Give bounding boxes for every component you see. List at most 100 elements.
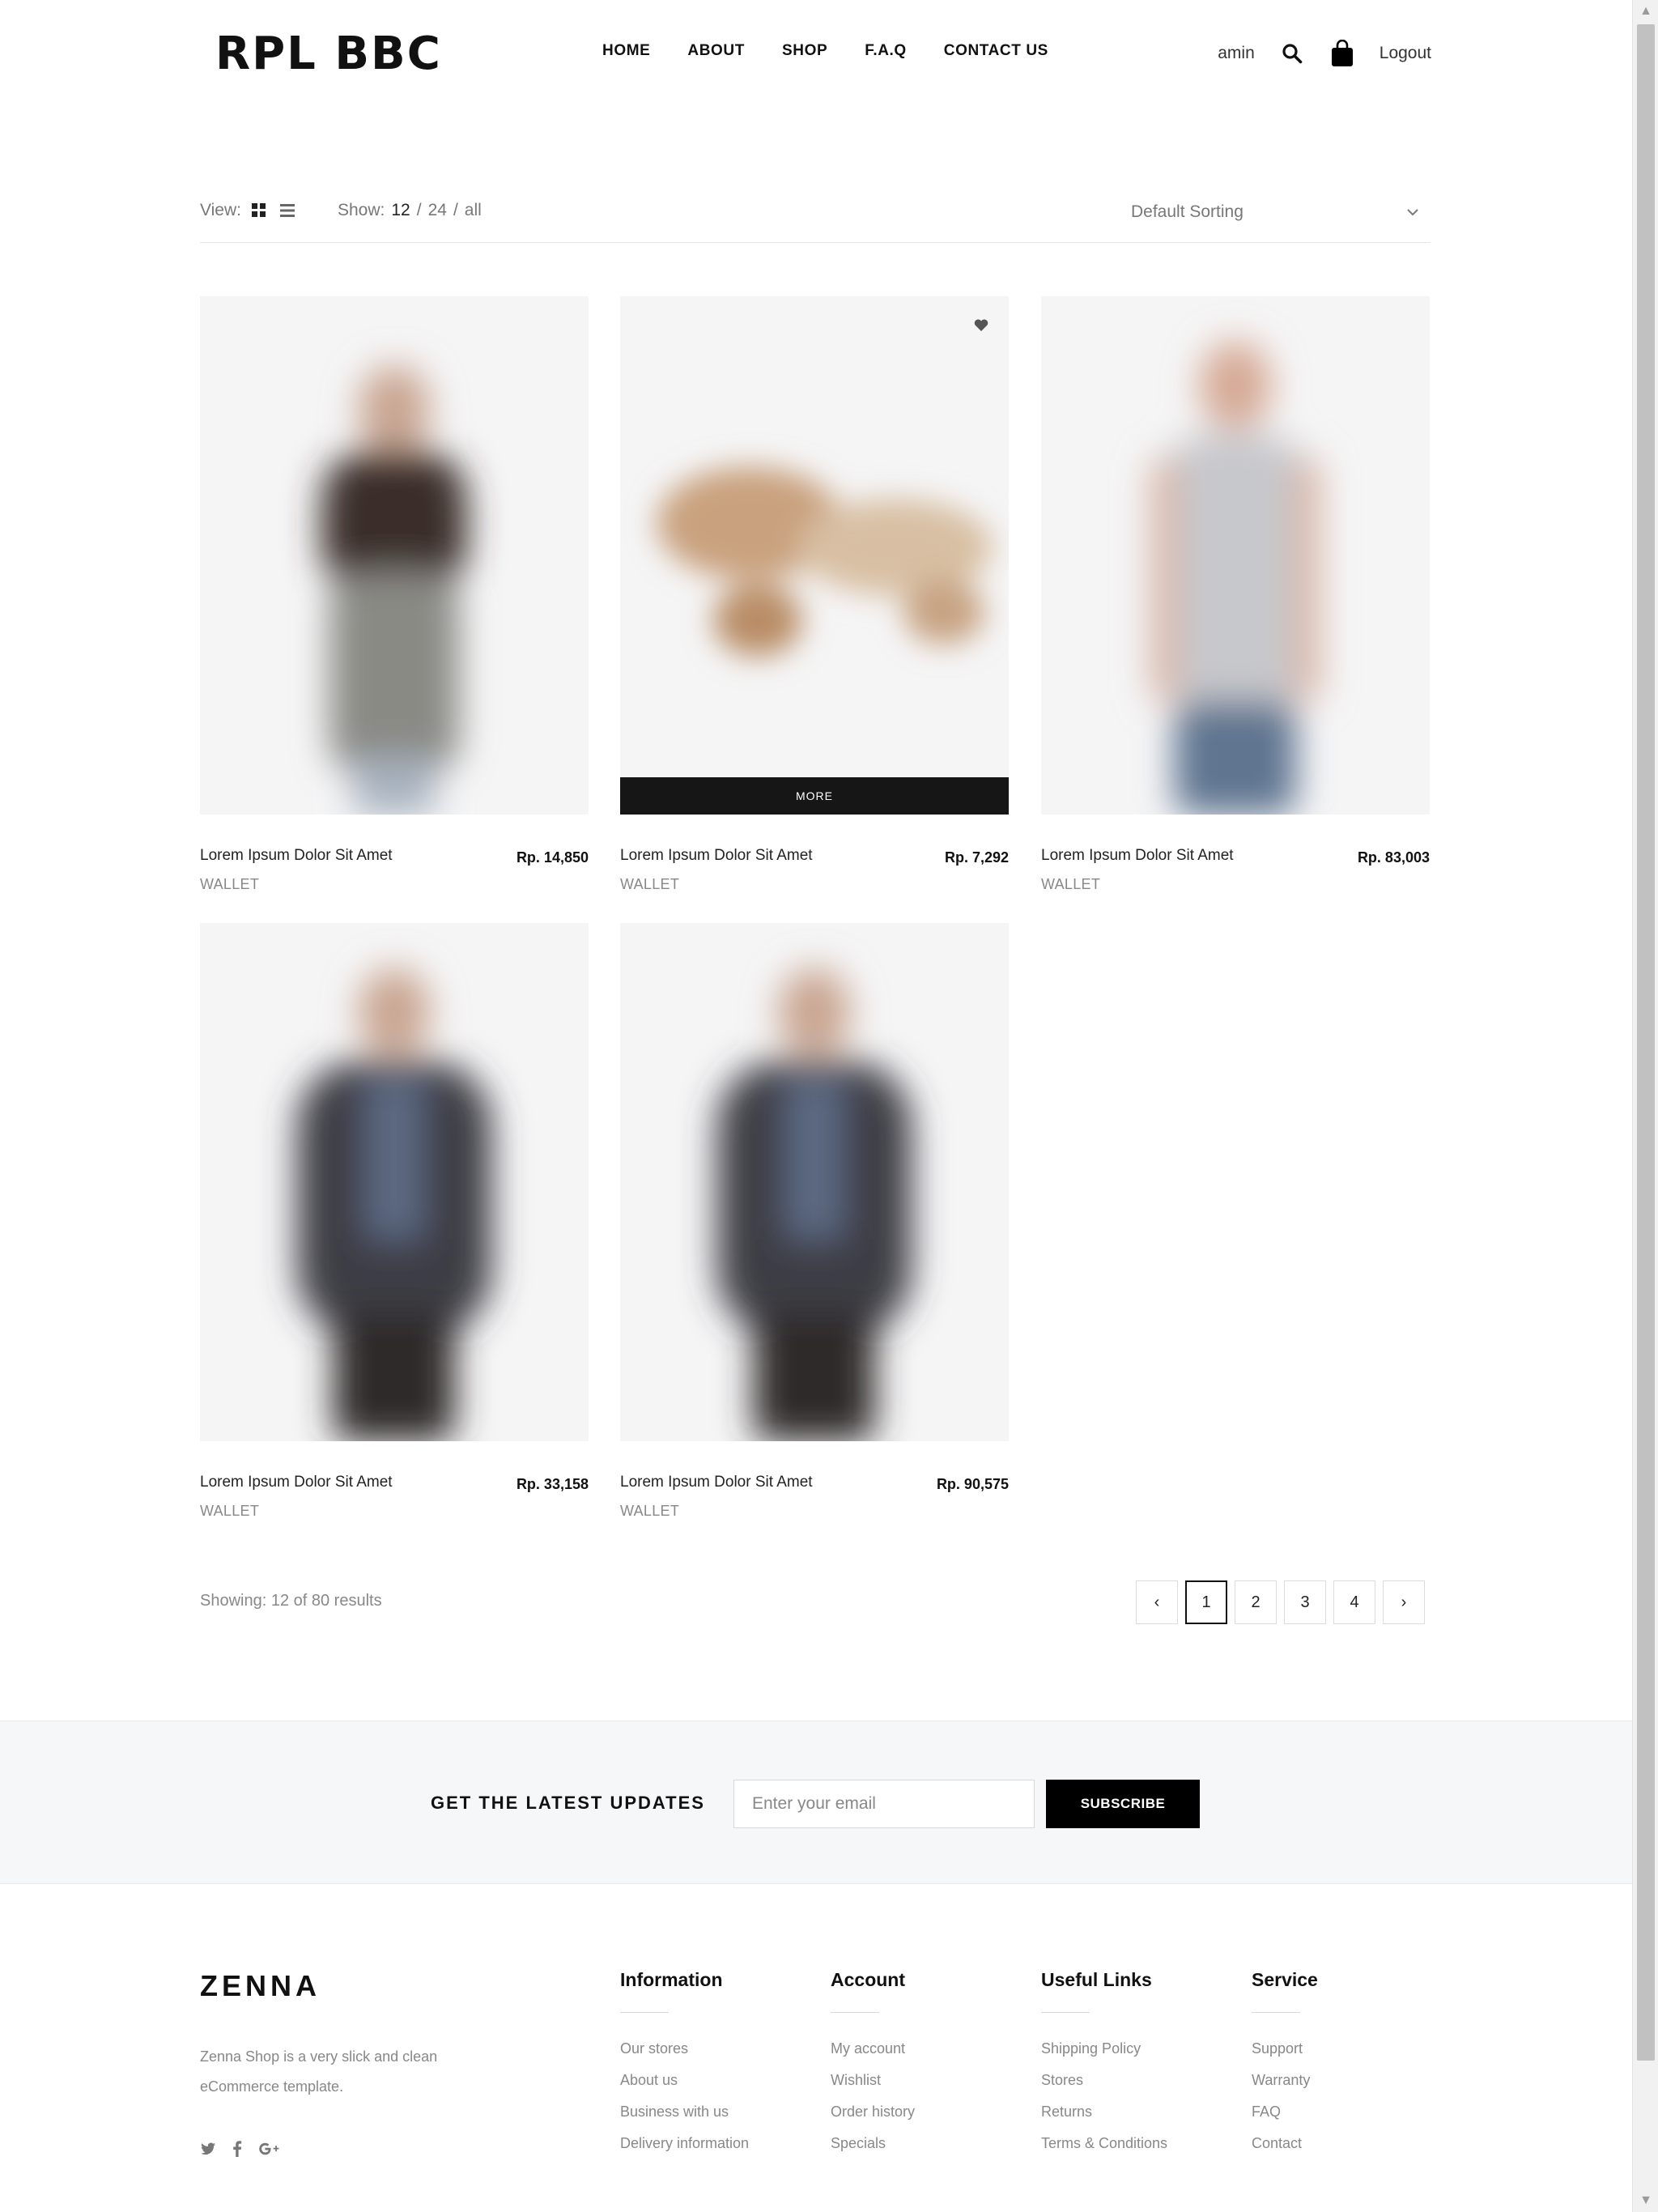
show-label: Show: (338, 201, 385, 219)
footer-link[interactable]: Specials (831, 2135, 915, 2167)
more-button[interactable]: MORE (620, 777, 1009, 815)
list-view-icon[interactable] (279, 202, 295, 219)
footer-link[interactable]: Terms & Conditions (1041, 2135, 1167, 2167)
footer-column-service: Service Support Warranty FAQ Contact (1252, 1969, 1318, 2167)
footer-link[interactable]: Stores (1041, 2072, 1167, 2104)
scroll-down-arrow[interactable]: ▼ (1633, 2189, 1658, 2212)
page-button-4[interactable]: 4 (1333, 1580, 1375, 1624)
product-card[interactable]: Lorem Ipsum Dolor Sit Amet Rp. 90,575 WA… (620, 923, 1009, 1519)
footer-column-title: Account (831, 1969, 905, 1990)
scroll-up-arrow[interactable]: ▲ (1633, 0, 1658, 23)
product-image[interactable] (200, 923, 589, 1441)
heart-icon[interactable] (973, 317, 989, 334)
user-name[interactable]: amin (1218, 44, 1255, 63)
product-category[interactable]: WALLET (620, 876, 679, 893)
product-name[interactable]: Lorem Ipsum Dolor Sit Amet (620, 847, 813, 865)
footer-link[interactable]: Wishlist (831, 2072, 915, 2104)
product-category[interactable]: WALLET (200, 1503, 259, 1520)
google-plus-icon[interactable] (258, 2142, 279, 2161)
product-price: Rp. 33,158 (516, 1476, 589, 1492)
footer-link[interactable]: Warranty (1252, 2072, 1318, 2104)
sorting-value: Default Sorting (1131, 202, 1244, 221)
search-icon[interactable] (1279, 39, 1305, 68)
social-links (200, 2141, 279, 2162)
facebook-icon[interactable] (232, 2141, 242, 2162)
nav-faq[interactable]: F.A.Q (865, 42, 907, 60)
next-page-button[interactable]: › (1383, 1580, 1425, 1624)
footer-logo[interactable]: ZENNA (200, 1969, 321, 2003)
footer-link[interactable]: Delivery information (620, 2135, 749, 2167)
product-card[interactable]: Lorem Ipsum Dolor Sit Amet Rp. 83,003 WA… (1041, 296, 1430, 892)
show-option-24[interactable]: 24 (428, 201, 447, 220)
nav-contact[interactable]: CONTACT US (944, 42, 1048, 60)
scrollbar-thumb[interactable] (1637, 24, 1655, 2061)
footer-column-title: Information (620, 1969, 723, 1990)
prev-page-button[interactable]: ‹ (1136, 1580, 1178, 1624)
site-footer: ZENNA Zenna Shop is a very slick and cle… (0, 1885, 1632, 2212)
show-option-12[interactable]: 12 (391, 201, 410, 220)
logout-link[interactable]: Logout (1380, 44, 1431, 63)
footer-column-account: Account My account Wishlist Order histor… (831, 1969, 915, 2167)
product-image[interactable] (200, 296, 589, 815)
vertical-scrollbar[interactable]: ▲ ▼ (1632, 0, 1658, 2212)
footer-link[interactable]: About us (620, 2072, 749, 2104)
footer-column-title: Useful Links (1041, 1969, 1152, 1990)
footer-column-information: Information Our stores About us Business… (620, 1969, 749, 2167)
footer-link[interactable]: My account (831, 2040, 915, 2072)
footer-link[interactable]: Shipping Policy (1041, 2040, 1167, 2072)
footer-link[interactable]: Contact (1252, 2135, 1318, 2167)
shop-toolbar: View: Show: 12 / 24 / all Default Sortin… (200, 191, 1431, 243)
page: RPL BBC HOME ABOUT SHOP F.A.Q CONTACT US… (0, 0, 1632, 2212)
product-price: Rp. 7,292 (944, 849, 1009, 866)
page-button-2[interactable]: 2 (1235, 1580, 1277, 1624)
view-label: View: (200, 201, 241, 219)
footer-description: Zenna Shop is a very slick and clean eCo… (200, 2048, 438, 2095)
pagination: ‹ 1 2 3 4 › (1136, 1580, 1425, 1624)
shopping-bag-icon[interactable] (1329, 39, 1355, 68)
nav-shop[interactable]: SHOP (782, 42, 827, 60)
product-image[interactable] (620, 923, 1009, 1441)
product-name[interactable]: Lorem Ipsum Dolor Sit Amet (1041, 847, 1234, 865)
grid-view-icon[interactable] (251, 202, 267, 219)
product-price: Rp. 83,003 (1357, 849, 1430, 866)
product-category[interactable]: WALLET (200, 876, 259, 893)
footer-column-title: Service (1252, 1969, 1318, 1990)
main-nav: HOME ABOUT SHOP F.A.Q CONTACT US (602, 42, 1048, 60)
site-logo[interactable]: RPL BBC (215, 28, 442, 80)
show-option-all[interactable]: all (465, 201, 482, 220)
twitter-icon[interactable] (200, 2142, 216, 2161)
subscribe-button[interactable]: SUBSCRIBE (1046, 1780, 1200, 1828)
header-actions: amin Logout (1218, 36, 1431, 71)
product-name[interactable]: Lorem Ipsum Dolor Sit Amet (200, 847, 393, 865)
footer-link[interactable]: Our stores (620, 2040, 749, 2072)
footer-link[interactable]: Support (1252, 2040, 1318, 2072)
footer-column-useful-links: Useful Links Shipping Policy Stores Retu… (1041, 1969, 1167, 2167)
product-card[interactable]: Lorem Ipsum Dolor Sit Amet Rp. 33,158 WA… (200, 923, 589, 1519)
divider (831, 2012, 879, 2013)
footer-link[interactable]: FAQ (1252, 2104, 1318, 2135)
show-separator: / (416, 201, 422, 219)
site-header: RPL BBC HOME ABOUT SHOP F.A.Q CONTACT US… (0, 0, 1632, 107)
product-name[interactable]: Lorem Ipsum Dolor Sit Amet (200, 1474, 393, 1491)
product-name[interactable]: Lorem Ipsum Dolor Sit Amet (620, 1474, 813, 1491)
show-per-page: Show: 12 / 24 / all (338, 201, 482, 220)
show-separator: / (453, 201, 458, 219)
product-category[interactable]: WALLET (1041, 876, 1100, 893)
product-category[interactable]: WALLET (620, 1503, 679, 1520)
product-card[interactable]: MORE Lorem Ipsum Dolor Sit Amet Rp. 7,29… (620, 296, 1009, 892)
email-input[interactable] (733, 1780, 1035, 1828)
footer-link[interactable]: Order history (831, 2104, 915, 2135)
newsletter-title: GET THE LATEST UPDATES (431, 1793, 705, 1813)
page-button-3[interactable]: 3 (1284, 1580, 1326, 1624)
chevron-down-icon (1407, 209, 1418, 216)
footer-link[interactable]: Returns (1041, 2104, 1167, 2135)
divider (1252, 2012, 1300, 2013)
nav-about[interactable]: ABOUT (687, 42, 745, 60)
product-card[interactable]: Lorem Ipsum Dolor Sit Amet Rp. 14,850 WA… (200, 296, 589, 892)
product-image[interactable]: MORE (620, 296, 1009, 815)
nav-home[interactable]: HOME (602, 42, 650, 60)
footer-link[interactable]: Business with us (620, 2104, 749, 2135)
sorting-select[interactable]: Default Sorting (1131, 196, 1431, 228)
product-image[interactable] (1041, 296, 1430, 815)
page-button-1[interactable]: 1 (1185, 1580, 1227, 1624)
